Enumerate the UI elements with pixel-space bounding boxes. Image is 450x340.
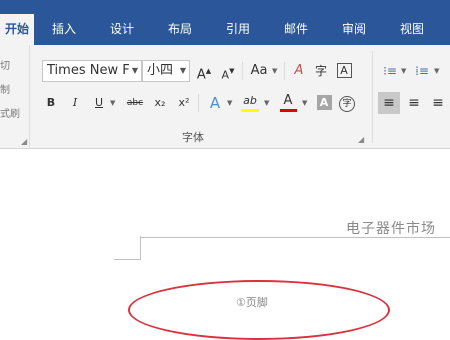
strikethrough-button[interactable]: abc <box>124 92 146 114</box>
font-group: Times New F ▼ 小四 ▼ A▲ A▼ Aa ▼ A 字 A B I … <box>36 45 372 149</box>
tab-review[interactable]: 审阅 <box>334 14 374 45</box>
chevron-down-icon: ▼ <box>227 99 233 107</box>
numbering-button[interactable]: ⁞≡ <box>412 60 432 82</box>
cut-button[interactable]: 切 <box>0 57 10 72</box>
margin-corner-mark <box>140 236 141 260</box>
ribbon-tab-bar: 开始 插入 设计 布局 引用 邮件 审阅 视图 <box>0 14 450 45</box>
underline-button[interactable]: U <box>92 92 106 114</box>
font-color-bar <box>280 109 297 112</box>
font-group-label: 字体 <box>182 131 204 144</box>
tab-insert[interactable]: 插入 <box>44 14 84 45</box>
bullet-list-icon: ⁝≡ <box>383 64 397 78</box>
up-arrow-icon: ▲ <box>205 67 212 75</box>
title-bar <box>0 0 450 14</box>
chevron-down-icon: ▼ <box>272 67 278 75</box>
superscript-button[interactable]: x² <box>176 92 192 114</box>
highlight-color-bar <box>241 109 259 112</box>
chevron-down-icon: ▼ <box>401 67 407 75</box>
tab-view[interactable]: 视图 <box>392 14 432 45</box>
document-page[interactable]: 电子器件市场 ①页脚 <box>0 150 450 340</box>
header-rule <box>140 237 450 238</box>
shrink-font-button[interactable]: A▼ <box>220 60 236 82</box>
italic-button[interactable]: I <box>68 92 82 114</box>
chevron-down-icon: ▼ <box>264 99 270 107</box>
divider <box>198 94 199 112</box>
align-center-icon: ≡ <box>408 95 420 111</box>
align-right-button[interactable]: ≡ <box>428 92 448 114</box>
font-size-combo[interactable]: 小四 ▼ <box>142 60 190 82</box>
chevron-down-icon: ▼ <box>179 66 186 75</box>
text-effects-button[interactable]: A <box>206 92 224 114</box>
enclose-char-icon: 字 <box>339 96 355 112</box>
down-arrow-icon: ▼ <box>229 67 235 75</box>
font-size-value: 小四 <box>147 63 174 78</box>
grow-font-button[interactable]: A▲ <box>196 60 212 82</box>
highlight-pen-icon: ab <box>243 94 257 107</box>
ribbon: 切 制 式刷 ◢ Times New F ▼ 小四 ▼ A▲ A▼ Aa ▼ A… <box>0 45 450 149</box>
align-left-button[interactable]: ≡ <box>378 92 400 114</box>
chevron-down-icon: ▼ <box>131 66 138 75</box>
phonetic-guide-button[interactable]: 字 <box>312 60 330 82</box>
clipboard-group: 切 制 式刷 ◢ <box>0 45 30 149</box>
character-shading-button[interactable]: A <box>316 92 332 114</box>
margin-corner-mark <box>114 259 141 260</box>
footer-label: ①页脚 <box>236 296 268 309</box>
char-shading-icon: A <box>316 95 332 110</box>
chevron-down-icon: ▼ <box>434 67 440 75</box>
char-border-icon: A <box>336 63 352 78</box>
header-text[interactable]: 电子器件市场 <box>346 218 436 238</box>
bullets-button[interactable]: ⁝≡ <box>380 60 400 82</box>
font-dialog-launcher-icon[interactable]: ◢ <box>358 135 364 144</box>
paragraph-group: ⁝≡ ▼ ⁞≡ ▼ ≡ ≡ ≡ <box>372 45 450 149</box>
tab-design[interactable]: 设计 <box>102 14 142 45</box>
divider <box>242 62 243 80</box>
shrink-font-icon: A <box>221 68 230 82</box>
align-right-icon: ≡ <box>432 95 444 111</box>
divider <box>284 62 285 80</box>
font-name-combo[interactable]: Times New F ▼ <box>42 60 142 82</box>
subscript-button[interactable]: x₂ <box>152 92 168 114</box>
enclose-characters-button[interactable]: 字 <box>338 92 356 114</box>
clear-formatting-button[interactable]: A <box>290 60 308 82</box>
align-left-icon: ≡ <box>383 95 395 111</box>
tab-mailings[interactable]: 邮件 <box>276 14 316 45</box>
align-center-button[interactable]: ≡ <box>404 92 424 114</box>
grow-font-icon: A <box>196 67 206 83</box>
tab-layout[interactable]: 布局 <box>160 14 200 45</box>
format-painter-button[interactable]: 式刷 <box>0 105 20 120</box>
numbered-list-icon: ⁞≡ <box>415 64 429 78</box>
bold-button[interactable]: B <box>44 92 58 114</box>
chevron-down-icon: ▼ <box>302 99 308 107</box>
change-case-button[interactable]: Aa <box>248 60 270 82</box>
highlight-ellipse <box>128 280 390 340</box>
tab-home[interactable]: 开始 <box>0 14 34 45</box>
copy-button[interactable]: 制 <box>0 81 10 96</box>
clipboard-launcher-icon[interactable]: ◢ <box>21 137 27 146</box>
tab-references[interactable]: 引用 <box>218 14 258 45</box>
character-border-button[interactable]: A <box>334 60 354 82</box>
chevron-down-icon: ▼ <box>110 99 116 107</box>
font-name-value: Times New F <box>47 63 130 78</box>
